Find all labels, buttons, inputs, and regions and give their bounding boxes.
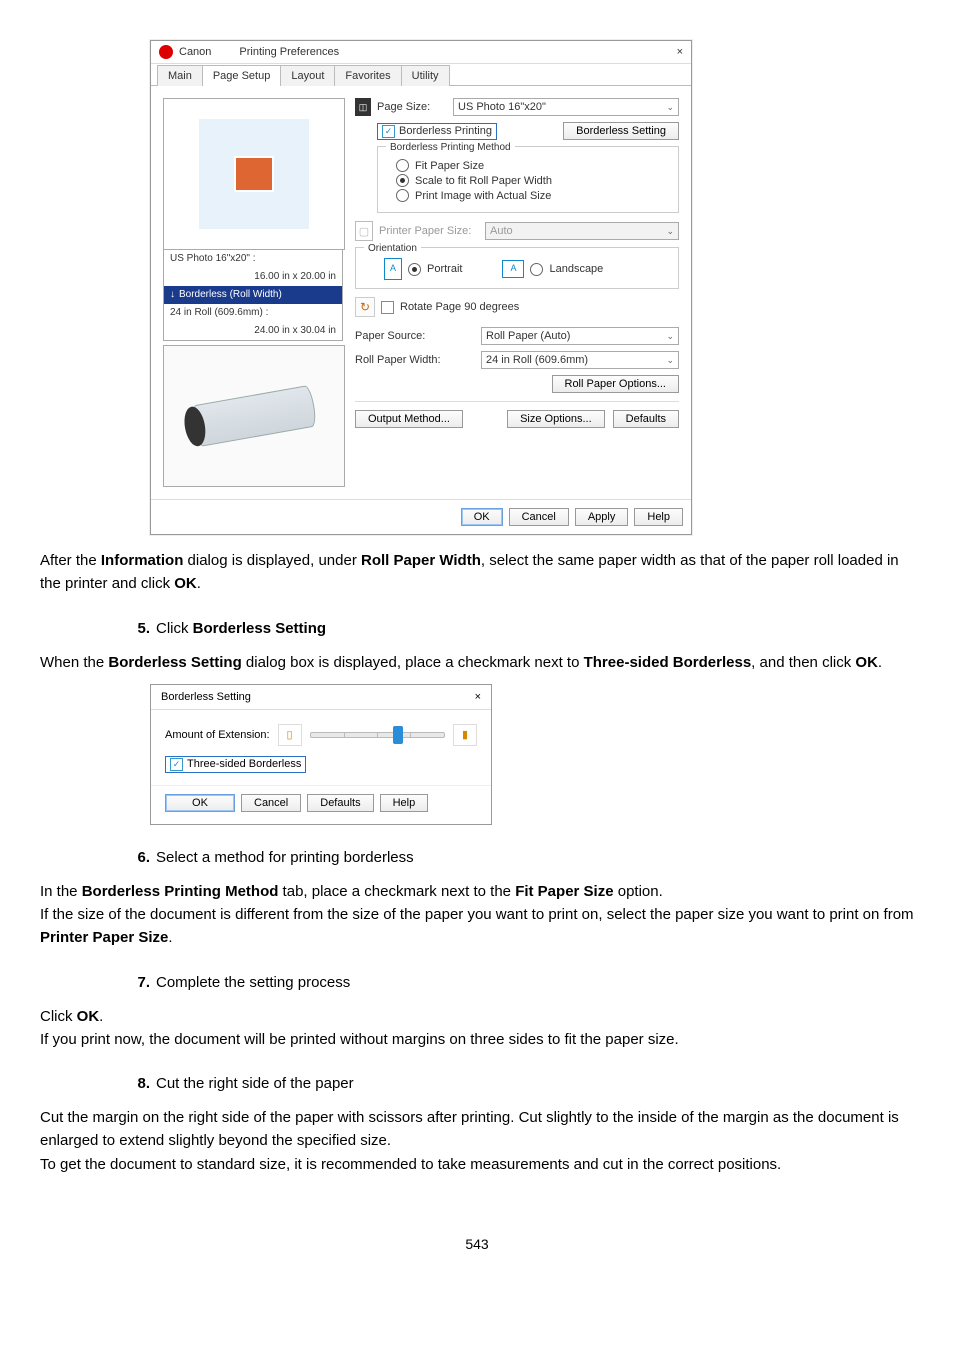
ok-button[interactable]: OK — [461, 508, 503, 526]
borderless-setting-button[interactable]: Borderless Setting — [563, 122, 679, 140]
method-actual-size[interactable]: Print Image with Actual Size — [396, 189, 670, 202]
page-size-icon: ◫ — [355, 98, 371, 116]
page-number: 543 — [40, 1236, 914, 1252]
orientation-portrait[interactable]: A Portrait — [384, 258, 462, 280]
rotate-90-icon: ↻ — [355, 297, 375, 317]
portrait-icon: A — [384, 258, 402, 280]
step-7-body: Click OK. If you print now, the document… — [40, 1005, 914, 1052]
orientation-landscape[interactable]: A Landscape — [502, 260, 603, 278]
orientation-title: Orientation — [364, 243, 421, 254]
three-sided-borderless-label: Three-sided Borderless — [187, 758, 301, 770]
preview-source-size-label: US Photo 16"x20" : — [164, 250, 342, 268]
borderless-printing-checkbox[interactable]: ✓ — [382, 125, 395, 138]
chevron-down-icon: ⌄ — [666, 331, 674, 342]
step-5-heading: 5. Click Borderless Setting — [120, 620, 914, 637]
landscape-icon: A — [502, 260, 524, 278]
step-8-heading: 8. Cut the right side of the paper — [120, 1075, 914, 1092]
printer-paper-size-icon: ▢ — [355, 221, 373, 241]
close-icon[interactable]: × — [677, 46, 683, 58]
roll-paper-width-label: Roll Paper Width: — [355, 354, 475, 366]
preview-info: US Photo 16"x20" : 16.00 in x 20.00 in B… — [163, 250, 343, 341]
tab-main[interactable]: Main — [157, 65, 203, 86]
step-6-body-1: In the Borderless Printing Method tab, p… — [40, 880, 914, 950]
apply-button[interactable]: Apply — [575, 508, 629, 526]
printing-preferences-dialog: Canon Printing Preferences × Main Page S… — [150, 40, 692, 535]
title-brand: Canon — [179, 46, 211, 58]
borderless-setting-dialog: Borderless Setting × Amount of Extension… — [150, 684, 492, 825]
preview-target-size-value: 24.00 in x 30.04 in — [164, 322, 342, 340]
printer-paper-size-select: Auto⌄ — [485, 222, 679, 240]
cancel-button[interactable]: Cancel — [509, 508, 569, 526]
preview-source-size-value: 16.00 in x 20.00 in — [164, 268, 342, 286]
orientation-group: Orientation A Portrait A Landscape — [355, 247, 679, 289]
extension-min-icon: ▯ — [278, 724, 302, 746]
help-button[interactable]: Help — [634, 508, 683, 526]
borderless-method-title: Borderless Printing Method — [386, 142, 515, 153]
step-5-body: When the Borderless Setting dialog box i… — [40, 651, 914, 674]
amount-of-extension-slider[interactable] — [310, 732, 445, 738]
ok-button[interactable]: OK — [165, 794, 235, 812]
chevron-down-icon: ⌄ — [666, 102, 674, 113]
step-7-heading: 7. Complete the setting process — [120, 974, 914, 991]
paragraph-after-dialog: After the Information dialog is displaye… — [40, 549, 914, 596]
dlg2-title: Borderless Setting — [161, 691, 251, 703]
paper-source-select[interactable]: Roll Paper (Auto)⌄ — [481, 327, 679, 345]
chevron-down-icon: ⌄ — [666, 355, 674, 366]
extension-max-icon: ▮ — [453, 724, 477, 746]
tab-utility[interactable]: Utility — [401, 65, 450, 86]
step-6-heading: 6. Select a method for printing borderle… — [120, 849, 914, 866]
page-size-label: Page Size: — [377, 101, 447, 113]
method-scale-roll-width[interactable]: Scale to fit Roll Paper Width — [396, 174, 670, 187]
tab-page-setup[interactable]: Page Setup — [202, 65, 282, 86]
preview-conversion: Borderless (Roll Width) — [164, 286, 342, 304]
borderless-printing-highlight: ✓ Borderless Printing — [377, 123, 497, 140]
paper-source-label: Paper Source: — [355, 330, 475, 342]
printer-paper-size-label: Printer Paper Size: — [379, 225, 479, 237]
canon-logo-icon — [159, 45, 173, 59]
defaults-button[interactable]: Defaults — [613, 410, 679, 428]
print-preview — [163, 98, 345, 250]
step-8-body: Cut the margin on the right side of the … — [40, 1106, 914, 1176]
roll-paper-width-select[interactable]: 24 in Roll (609.6mm)⌄ — [481, 351, 679, 369]
size-options-button[interactable]: Size Options... — [507, 410, 605, 428]
tab-favorites[interactable]: Favorites — [334, 65, 401, 86]
close-icon[interactable]: × — [475, 691, 481, 703]
tab-strip: Main Page Setup Layout Favorites Utility — [151, 64, 691, 86]
dialog-titlebar: Canon Printing Preferences × — [151, 41, 691, 64]
three-sided-borderless-checkbox[interactable]: ✓ — [170, 758, 183, 771]
chevron-down-icon: ⌄ — [666, 226, 674, 237]
preview-target-size-label: 24 in Roll (609.6mm) : — [164, 304, 342, 322]
borderless-method-group: Borderless Printing Method Fit Paper Siz… — [377, 146, 679, 213]
output-method-button[interactable]: Output Method... — [355, 410, 463, 428]
method-fit-paper-size[interactable]: Fit Paper Size — [396, 159, 670, 172]
help-button[interactable]: Help — [380, 794, 429, 812]
cancel-button[interactable]: Cancel — [241, 794, 301, 812]
title-text: Printing Preferences — [239, 46, 339, 58]
preview-column: US Photo 16"x20" : 16.00 in x 20.00 in B… — [163, 98, 343, 487]
rotate-90-label: Rotate Page 90 degrees — [400, 301, 519, 313]
three-sided-borderless-highlight: ✓ Three-sided Borderless — [165, 756, 306, 773]
defaults-button[interactable]: Defaults — [307, 794, 373, 812]
page-size-select[interactable]: US Photo 16"x20"⌄ — [453, 98, 679, 116]
tab-layout[interactable]: Layout — [280, 65, 335, 86]
borderless-printing-label: Borderless Printing — [399, 125, 492, 137]
rotate-90-checkbox[interactable] — [381, 301, 394, 314]
roll-illustration: ਮ — [163, 345, 345, 487]
roll-paper-options-button[interactable]: Roll Paper Options... — [552, 375, 680, 393]
amount-of-extension-label: Amount of Extension: — [165, 729, 270, 741]
